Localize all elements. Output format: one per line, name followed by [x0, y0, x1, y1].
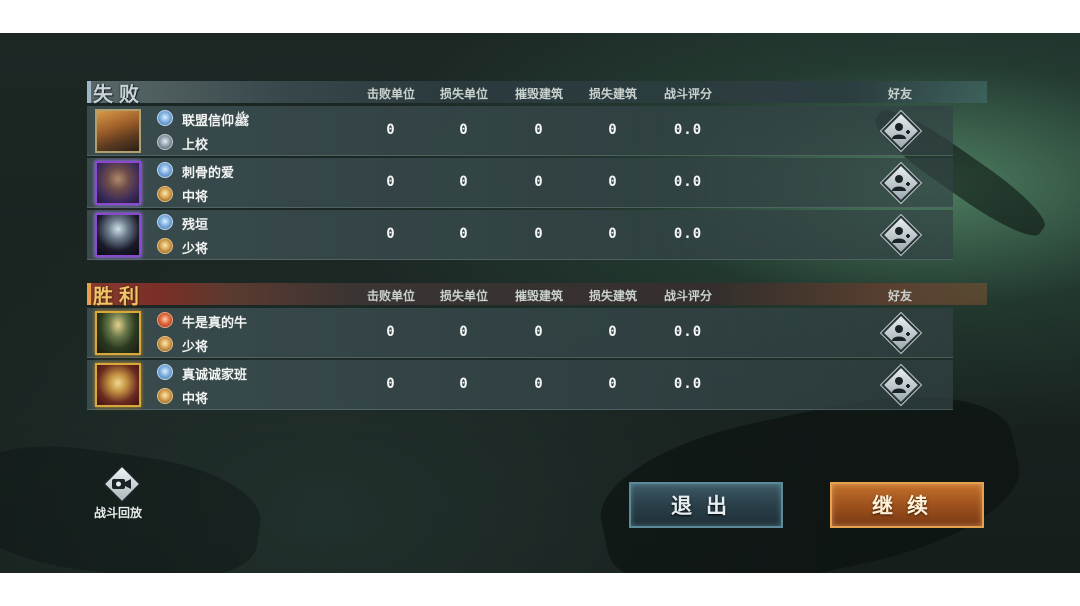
- player-name: 残垣: [182, 218, 209, 233]
- globe-emblem-icon: [157, 162, 173, 178]
- stat-score: 0.0: [673, 376, 703, 392]
- stat-destroyed: 0: [534, 174, 544, 190]
- player-row: 残垣 少将 0 0 0 0 0.0: [87, 210, 953, 260]
- add-friend-button[interactable]: [881, 111, 921, 151]
- add-friend-button[interactable]: [881, 365, 921, 405]
- stat-score: 0.0: [673, 324, 703, 340]
- stat-losses: 0: [459, 226, 469, 242]
- col-destroyed: 摧毁建筑: [514, 87, 564, 101]
- col-lost-buildings: 损失建筑: [588, 289, 638, 303]
- stat-score: 0.0: [673, 122, 703, 138]
- avatar[interactable]: [95, 109, 141, 153]
- player-name: 真诚诚家班: [182, 368, 248, 383]
- player-row: 真诚诚家班 中将 0 0 0 0 0.0: [87, 360, 953, 410]
- stat-destroyed: 0: [534, 324, 544, 340]
- stat-kills: 0: [386, 376, 396, 392]
- win-section-header: 胜利 击败单位 损失单位 摧毁建筑 损失建筑 战斗评分 好友: [87, 283, 987, 308]
- col-lost-buildings: 损失建筑: [588, 87, 638, 101]
- stat-lost-buildings: 0: [608, 376, 618, 392]
- add-friend-icon: [892, 123, 910, 139]
- player-rank: 中将: [182, 190, 209, 205]
- rank-badge-icon: [157, 336, 173, 352]
- player-rank: 少将: [182, 340, 209, 355]
- stat-kills: 0: [386, 324, 396, 340]
- add-friend-button[interactable]: [881, 163, 921, 203]
- add-friend-button[interactable]: [881, 215, 921, 255]
- avatar[interactable]: [95, 311, 141, 355]
- avatar[interactable]: [95, 213, 141, 257]
- stat-lost-buildings: 0: [608, 174, 618, 190]
- player-row: 牛是真的牛 少将 0 0 0 0 0.0: [87, 308, 953, 358]
- battle-replay-button[interactable]: 战斗回放: [94, 464, 160, 528]
- stat-kills: 0: [386, 226, 396, 242]
- video-camera-icon: [112, 479, 131, 489]
- stat-score: 0.0: [673, 226, 703, 242]
- player-name: 牛是真的牛: [182, 316, 248, 331]
- stat-lost-buildings: 0: [608, 226, 618, 242]
- stat-losses: 0: [459, 376, 469, 392]
- col-score: 战斗评分: [663, 289, 713, 303]
- avatar[interactable]: [95, 161, 141, 205]
- col-friend: 好友: [887, 289, 913, 303]
- stat-lost-buildings: 0: [608, 122, 618, 138]
- exit-button[interactable]: 退出: [629, 482, 783, 528]
- col-score: 战斗评分: [663, 87, 713, 101]
- rank-badge-icon: [157, 134, 173, 150]
- col-kills: 击败单位: [366, 87, 416, 101]
- globe-emblem-icon: [157, 364, 173, 380]
- stat-lost-buildings: 0: [608, 324, 618, 340]
- player-row: 刺骨的爱 中将 0 0 0 0 0.0: [87, 158, 953, 208]
- header-accent: [87, 81, 91, 103]
- rank-badge-icon: [157, 186, 173, 202]
- stat-score: 0.0: [673, 174, 703, 190]
- stat-destroyed: 0: [534, 122, 544, 138]
- rank-badge-icon: [157, 238, 173, 254]
- player-rank: 少将: [182, 242, 209, 257]
- stat-destroyed: 0: [534, 376, 544, 392]
- globe-emblem-icon: [157, 110, 173, 126]
- stat-losses: 0: [459, 324, 469, 340]
- add-friend-icon: [892, 227, 910, 243]
- replay-label: 战斗回放: [94, 506, 143, 520]
- stat-kills: 0: [386, 174, 396, 190]
- continue-button[interactable]: 继续: [830, 482, 984, 528]
- globe-emblem-icon: [157, 214, 173, 230]
- add-friend-icon: [892, 175, 910, 191]
- header-accent: [87, 283, 91, 305]
- stat-destroyed: 0: [534, 226, 544, 242]
- add-friend-icon: [892, 377, 910, 393]
- lose-title: 失败: [93, 82, 145, 106]
- add-friend-button[interactable]: [881, 313, 921, 353]
- col-kills: 击败单位: [366, 289, 416, 303]
- stat-kills: 0: [386, 122, 396, 138]
- player-row: 联盟信仰ﷺ 上校 0 0 0 0 0.0: [87, 106, 953, 156]
- stat-losses: 0: [459, 174, 469, 190]
- col-friend: 好友: [887, 87, 913, 101]
- col-losses: 损失单位: [439, 289, 489, 303]
- col-destroyed: 摧毁建筑: [514, 289, 564, 303]
- avatar[interactable]: [95, 363, 141, 407]
- player-name: 刺骨的爱: [182, 166, 235, 181]
- player-rank: 中将: [182, 392, 209, 407]
- col-losses: 损失单位: [439, 87, 489, 101]
- player-rank: 上校: [182, 138, 209, 153]
- add-friend-icon: [892, 325, 910, 341]
- gear-emblem-icon: [157, 312, 173, 328]
- rank-badge-icon: [157, 388, 173, 404]
- lose-section-header: 失败 击败单位 损失单位 摧毁建筑 损失建筑 战斗评分 好友: [87, 81, 987, 106]
- win-title: 胜利: [93, 284, 145, 308]
- stat-losses: 0: [459, 122, 469, 138]
- player-name: 联盟信仰ﷺ: [182, 114, 250, 129]
